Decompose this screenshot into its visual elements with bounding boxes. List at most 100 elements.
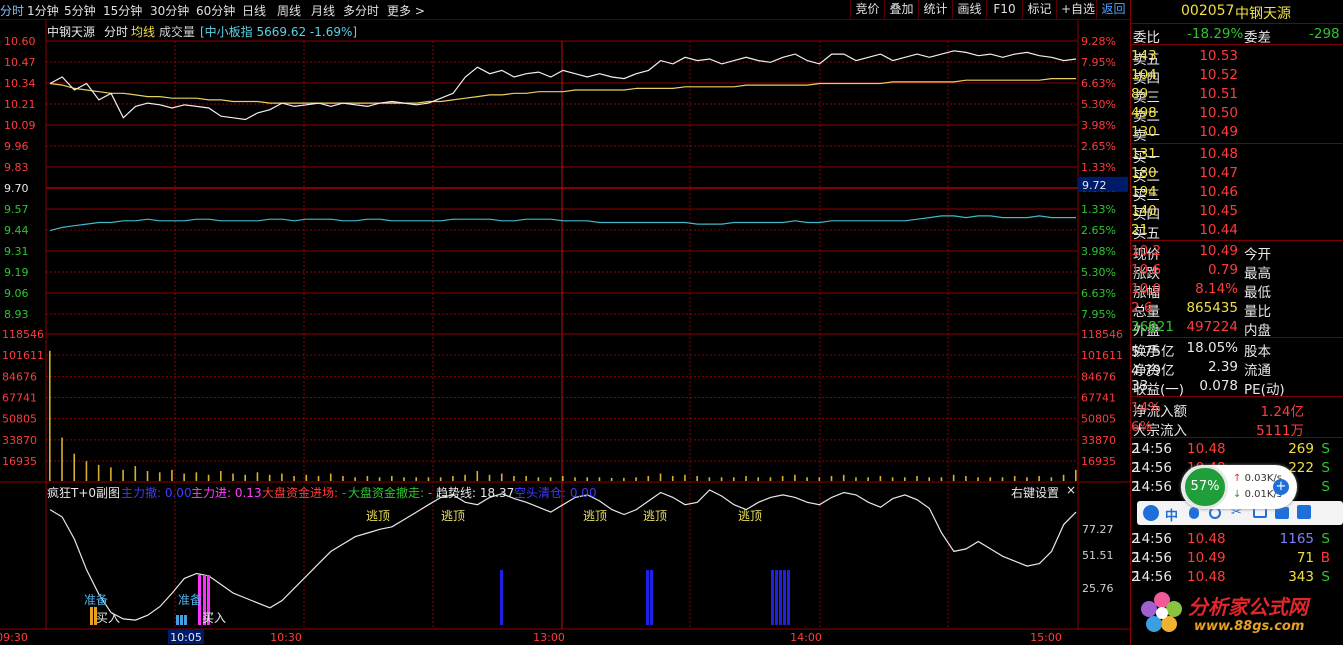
stat-label-2: PE(动) — [1244, 382, 1285, 398]
tab-volume[interactable]: 成交量 — [159, 23, 195, 40]
period-1min[interactable]: 1分钟 — [27, 2, 59, 19]
network-speed-widget[interactable]: 中 ✂ ↑ 0.03K/s ↓ 0.01K/s + 57% — [1137, 465, 1343, 545]
volume-bar — [427, 477, 430, 481]
quote-panel: 002057 中钢天源 委比 -18.29% 委差 -298 卖五 10.53 14… — [1130, 0, 1343, 645]
time-tick-label: 10:30 — [270, 631, 302, 644]
pct-tick-label: 6.63% — [1081, 287, 1116, 300]
period-month[interactable]: 月线 — [311, 2, 335, 19]
memory-usage-gauge[interactable]: 57% — [1182, 465, 1228, 509]
add-watchlist-button[interactable]: +自选 — [1056, 0, 1096, 19]
right-click-settings[interactable]: 右键设置 — [1011, 484, 1059, 501]
signal-marker-label: 逃顶 — [441, 509, 465, 523]
signal-bar — [90, 607, 93, 625]
signal-marker-label: 准备 — [84, 593, 108, 607]
period-minute[interactable]: 分时 — [0, 2, 24, 19]
volume-bar — [452, 476, 454, 481]
tick-count: 2 — [1131, 441, 1140, 457]
draw-button[interactable]: 画线 — [952, 0, 986, 19]
stat-row[interactable]: 收益(一) 0.078 PE(动) 33. — [1131, 377, 1343, 398]
ask-row[interactable]: 卖五 10.53 143 — [1131, 47, 1343, 68]
bid-volume: 131 — [1131, 146, 1157, 162]
volume-bar — [549, 477, 552, 481]
period-15min[interactable]: 15分钟 — [103, 2, 142, 19]
volume-bar — [476, 471, 479, 481]
volume-bar — [598, 477, 601, 481]
intraday-chart[interactable]: 10.60 9.28% 10.47 7.95% 10.34 6.63% 10.21 5.30%… — [0, 20, 1130, 645]
avatar-icon[interactable] — [1143, 505, 1159, 521]
price-tick-label: 9.83 — [4, 161, 29, 174]
flow-row[interactable]: 净流入额 1.24亿 14% — [1131, 399, 1343, 420]
stat-row[interactable]: 总量 865435 量比 2.6 — [1131, 299, 1343, 320]
price-tick-label: 9.19 — [4, 266, 29, 279]
ask-volume: 130 — [1131, 124, 1157, 140]
flow-value: 1.24亿 — [1260, 404, 1304, 420]
period-5min[interactable]: 5分钟 — [64, 2, 96, 19]
period-more[interactable]: 更多 > — [387, 2, 425, 19]
flow-row[interactable]: 大宗流入 5111万 6% — [1131, 418, 1343, 439]
mic-icon[interactable] — [1189, 507, 1199, 519]
mark-button[interactable]: 标记 — [1022, 0, 1056, 19]
auction-button[interactable]: 竞价 — [850, 0, 884, 19]
volume-bar — [720, 477, 723, 481]
volume-bar — [488, 474, 491, 481]
period-60min[interactable]: 60分钟 — [196, 2, 235, 19]
bid-row[interactable]: 买二 10.47 180 — [1131, 164, 1343, 185]
volume-bar — [1013, 476, 1016, 481]
stat-row[interactable]: 换手 18.05% 股本 5.75亿 — [1131, 339, 1343, 360]
tick-side: S — [1321, 441, 1330, 457]
big-money-in-value: 大盘资金进场: - — [262, 486, 347, 500]
tick-row[interactable]: 14:56 10.48 343 S 2 — [1131, 568, 1343, 587]
time-tick-label: 10:05 — [170, 631, 202, 644]
tick-row[interactable]: 14:56 10.48 269 S 2 — [1131, 440, 1343, 459]
tick-price: 10.48 — [1187, 569, 1226, 585]
volume-bar — [977, 477, 979, 481]
tab-average-line[interactable]: 均线 — [131, 23, 155, 40]
ask-row[interactable]: 卖一 10.49 130 — [1131, 123, 1343, 144]
period-30min[interactable]: 30分钟 — [150, 2, 189, 19]
stat-label-2: 量比 — [1244, 304, 1271, 320]
stat-row[interactable]: 现价 10.49 今开 10.2 — [1131, 242, 1343, 263]
price-tick-label: 9.96 — [4, 140, 29, 153]
expand-plus-icon[interactable]: + — [1273, 479, 1289, 495]
grid-icon[interactable] — [1297, 505, 1311, 519]
bid-price: 10.46 — [1199, 184, 1238, 200]
sub-chart-title[interactable]: 疯狂T+0副图 — [47, 484, 120, 501]
stats-button[interactable]: 统计 — [918, 0, 952, 19]
bid-row[interactable]: 买一 10.48 131 — [1131, 145, 1343, 166]
bid-row[interactable]: 买三 10.46 194 — [1131, 183, 1343, 204]
volume-bar — [281, 473, 283, 481]
overlay-button[interactable]: 叠加 — [884, 0, 918, 19]
stat-row[interactable]: 涨幅 8.14% 最低 10.0 — [1131, 280, 1343, 301]
period-day[interactable]: 日线 — [242, 2, 266, 19]
close-icon[interactable]: × — [1066, 483, 1076, 497]
tab-minute-line[interactable]: 分时 — [104, 23, 128, 40]
stat-row[interactable]: 外盘 497224 内盘 36821 — [1131, 318, 1343, 339]
period-week[interactable]: 周线 — [277, 2, 301, 19]
period-multi[interactable]: 多分时 — [343, 2, 379, 19]
ask-row[interactable]: 卖四 10.52 104 — [1131, 66, 1343, 87]
volume-bar — [305, 474, 308, 481]
volume-bar — [1050, 477, 1053, 481]
tick-row[interactable]: 14:56 10.49 71 B 2 — [1131, 549, 1343, 568]
signal-marker-label: 买入 — [96, 611, 120, 625]
volume-bar — [635, 477, 637, 481]
sub-tick-label: 51.51 — [1082, 549, 1114, 562]
bid-row[interactable]: 买五 10.44 21 — [1131, 221, 1343, 242]
price-tick-label: 9.31 — [4, 245, 29, 258]
bid-row[interactable]: 买四 10.45 140 — [1131, 202, 1343, 223]
volume-bar — [415, 477, 418, 481]
flow-value: 5111万 — [1256, 423, 1304, 439]
pct-tick-label: 7.95% — [1081, 56, 1116, 69]
stat-label-2: 最高 — [1244, 266, 1271, 282]
lang-icon[interactable]: 中 — [1165, 505, 1178, 524]
volume-bar — [525, 476, 527, 481]
ask-row[interactable]: 卖三 10.51 89 — [1131, 85, 1343, 106]
f10-button[interactable]: F10 — [986, 0, 1022, 19]
stat-row[interactable]: 净资 2.39 流通 4.79亿 — [1131, 358, 1343, 379]
pct-tick-label: 7.95% — [1081, 308, 1116, 321]
ask-row[interactable]: 卖二 10.50 498 — [1131, 104, 1343, 125]
stat-row[interactable]: 涨跌 0.79 最高 10.6 — [1131, 261, 1343, 282]
volume-tick-label-right: 50805 — [1081, 413, 1116, 426]
back-button[interactable]: 返回 — [1096, 0, 1130, 19]
pct-tick-label: 1.33% — [1081, 203, 1116, 216]
